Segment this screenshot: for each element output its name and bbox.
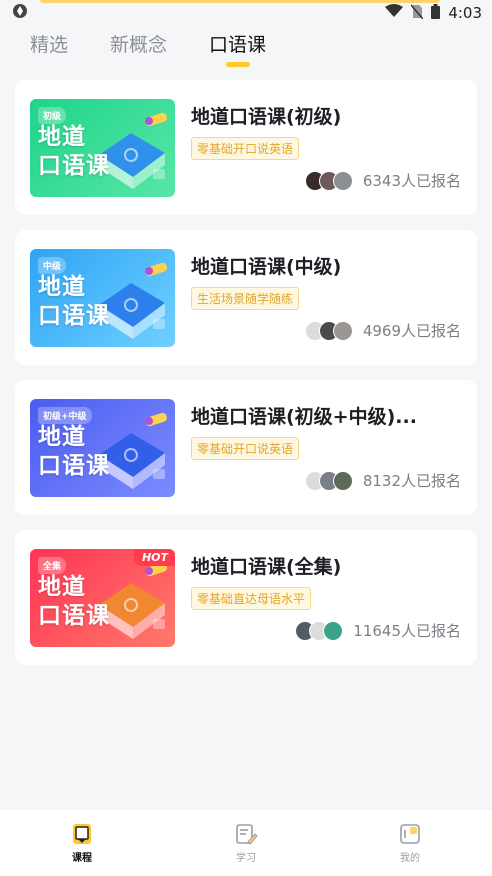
course-thumbnail: 全集 地道 口语课 HOT [30, 549, 175, 647]
enrolled-avatars [304, 470, 353, 491]
nav-label: 学习 [236, 853, 256, 864]
course-title: 地道口语课(中级) [191, 256, 342, 278]
enrolled-avatars [304, 170, 353, 191]
course-title: 地道口语课(初级) [191, 106, 342, 128]
thumbnail-level-tag: 全集 [38, 557, 67, 574]
hot-badge: HOT [133, 549, 175, 566]
battery-icon [431, 3, 441, 23]
course-icon [70, 822, 94, 846]
clock-time: 4:03 [448, 4, 482, 22]
enrollment-count: 11645人已报名 [353, 622, 461, 640]
category-tabs: 精选 新概念 口语课 [0, 26, 492, 70]
wifi-icon [385, 4, 404, 22]
nav-item-1[interactable]: 学习 [196, 822, 296, 864]
enrollment-count: 8132人已报名 [362, 472, 461, 490]
course-feature-tag: 零基础直达母语水平 [191, 587, 312, 610]
enrollment-info: 6343人已报名 [304, 170, 461, 191]
avatar [332, 170, 353, 191]
profile-icon [398, 822, 422, 846]
course-feature-tag: 零基础开口说英语 [191, 437, 300, 460]
enrolled-avatars [295, 620, 344, 641]
course-card[interactable]: 全集 地道 口语课 HOT 地道口语课(全集) 零基础直达母语水平 11645人已报名 [15, 530, 477, 665]
thumbnail-title: 地道 口语课 [38, 124, 110, 179]
course-list: 初级 地道 口语课 地道口语课(初级) 零基础开口说英语 6343人已报名 中级 地道 口语… [15, 80, 477, 680]
enrolled-avatars [304, 320, 353, 341]
thumbnail-level-tag: 中级 [38, 257, 67, 274]
course-thumbnail: 初级 地道 口语课 [30, 99, 175, 197]
thumbnail-title: 地道 口语课 [38, 574, 110, 629]
tab-2[interactable]: 口语课 [209, 26, 266, 57]
course-thumbnail: 中级 地道 口语课 [30, 249, 175, 347]
app-notification-icon [12, 3, 28, 23]
avatar [332, 470, 353, 491]
bottom-nav: 课程 学习 我的 [0, 810, 492, 876]
nav-item-0[interactable]: 课程 [32, 822, 132, 864]
avatar [323, 620, 344, 641]
course-card[interactable]: 初级 地道 口语课 地道口语课(初级) 零基础开口说英语 6343人已报名 [15, 80, 477, 215]
avatar [332, 320, 353, 341]
enrollment-count: 6343人已报名 [362, 172, 461, 190]
enrollment-info: 8132人已报名 [304, 470, 461, 491]
enrollment-count: 4969人已报名 [362, 322, 461, 340]
tab-0[interactable]: 精选 [30, 26, 68, 57]
course-feature-tag: 零基础开口说英语 [191, 137, 300, 160]
study-icon [234, 822, 258, 846]
thumbnail-title: 地道 口语课 [38, 274, 110, 329]
course-thumbnail: 初级+中级 地道 口语课 [30, 399, 175, 497]
tab-1[interactable]: 新概念 [110, 26, 167, 57]
course-card[interactable]: 中级 地道 口语课 地道口语课(中级) 生活场景随学随练 4969人已报名 [15, 230, 477, 365]
no-sim-icon [410, 4, 424, 23]
course-feature-tag: 生活场景随学随练 [191, 287, 300, 310]
thumbnail-title: 地道 口语课 [38, 424, 110, 479]
nav-label: 我的 [400, 853, 420, 864]
enrollment-info: 11645人已报名 [295, 620, 461, 641]
nav-item-2[interactable]: 我的 [360, 822, 460, 864]
status-bar: 4:03 [0, 0, 492, 26]
course-card[interactable]: 初级+中级 地道 口语课 地道口语课(初级+中级)... 零基础开口说英语 8132人已… [15, 380, 477, 515]
course-title: 地道口语课(全集) [191, 556, 342, 578]
course-title: 地道口语课(初级+中级)... [191, 406, 417, 428]
thumbnail-level-tag: 初级 [38, 107, 67, 124]
thumbnail-level-tag: 初级+中级 [38, 407, 92, 424]
enrollment-info: 4969人已报名 [304, 320, 461, 341]
nav-label: 课程 [72, 853, 92, 864]
